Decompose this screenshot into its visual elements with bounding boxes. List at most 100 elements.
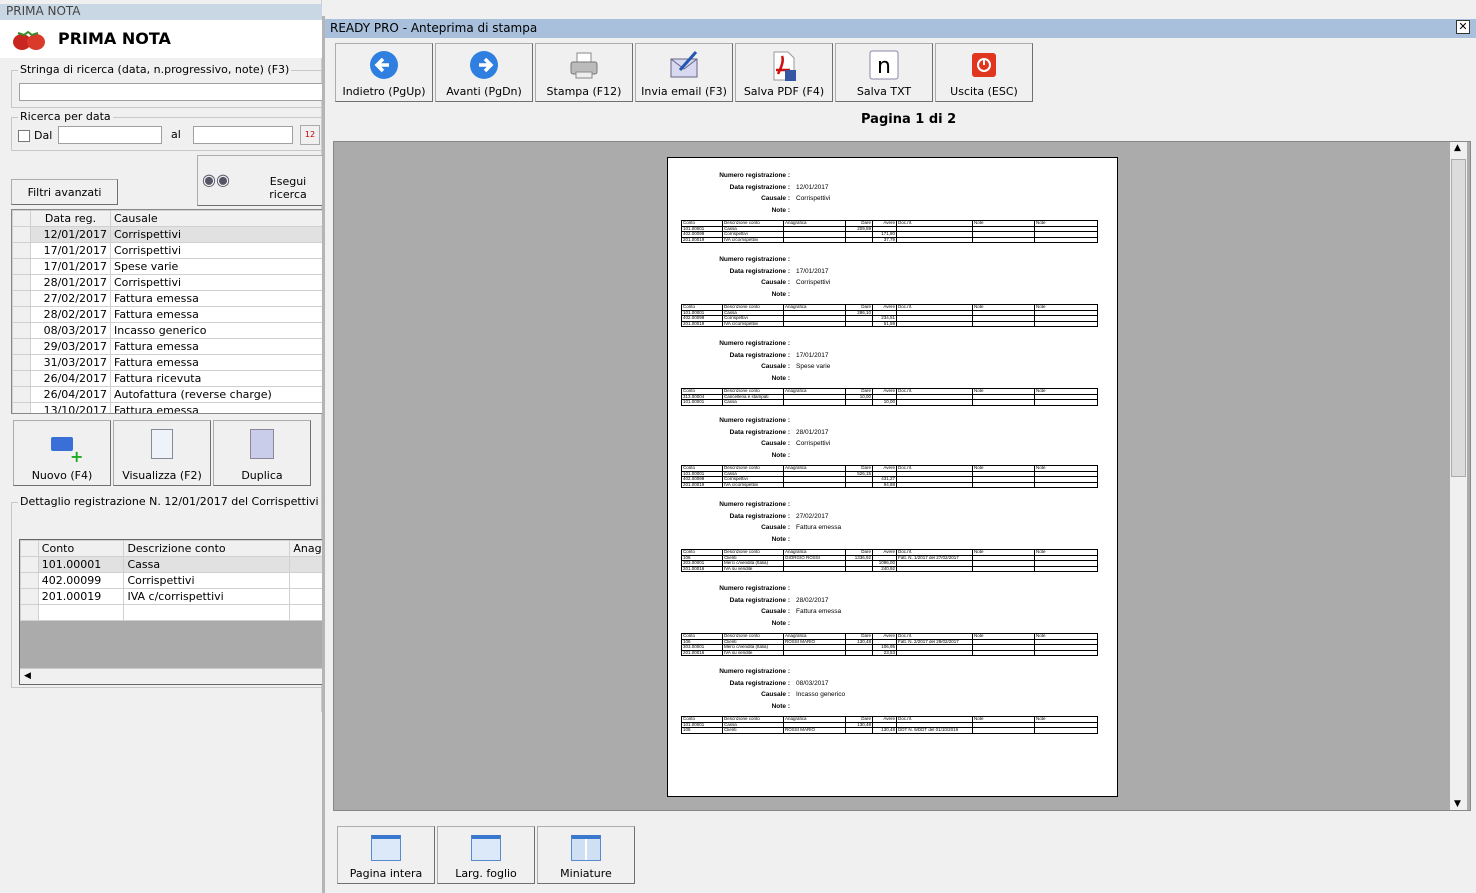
table-row[interactable]: 26/04/2017 Fattura ricevuta [12, 370, 322, 387]
horizontal-scrollbar[interactable]: ◀ [20, 668, 328, 684]
scroll-thumb[interactable] [1451, 159, 1466, 477]
table-row[interactable] [20, 604, 328, 621]
date-cell: 28/01/2017 [30, 274, 111, 291]
table-row[interactable]: 12/01/2017 Corrispettivi [12, 226, 322, 243]
entry-cell: ROSSI MARIO [783, 727, 846, 734]
causale-cell: Spese varie [110, 258, 322, 275]
entry-cell: 106 [681, 727, 723, 734]
entry-cell [972, 399, 1035, 406]
email-icon [668, 50, 700, 83]
table-row[interactable]: 402.00099 Corrispettivi [20, 572, 328, 589]
entry-cell: IVA su vendite [722, 649, 784, 656]
detail-cell: 101.00001 [37, 556, 125, 573]
toolbar-label: Salva PDF (F4) [743, 85, 825, 98]
entry-cell [896, 565, 973, 572]
table-row[interactable]: 29/03/2017 Fattura emessa [12, 338, 322, 355]
date-cell: 08/03/2017 [30, 322, 111, 339]
table-row[interactable]: 26/04/2017 Autofattura (reverse charge) [12, 386, 322, 403]
entry-table-row: 106 Clienti ROSSI MARIO 130,48 DDT N. 9/DDT … [681, 727, 1098, 734]
toolbar-button-printer[interactable]: Stampa (F12) [535, 43, 633, 102]
numero-label: Numero registrazione : [719, 417, 790, 424]
nuovo-button[interactable]: + Nuovo (F4) [13, 420, 111, 486]
thumbnails-button[interactable]: Miniature [537, 826, 635, 884]
entry-cell: 201.00019 [681, 236, 723, 243]
table-row[interactable]: 08/03/2017 Incasso generico [12, 322, 322, 339]
detail-cell: 402.00099 [37, 572, 125, 589]
page-width-button[interactable]: Larg. foglio [437, 826, 535, 884]
registrations-grid[interactable]: Data reg. Causale 12/01/2017 Corrispettivi 1… [11, 209, 323, 414]
esegui-ricerca-button[interactable]: ◉◉ Esegui ricerca [197, 155, 327, 206]
prima-nota-window: PRIMA NOTA PRIMA NOTA Stringa di ricerca… [0, 0, 331, 712]
close-icon[interactable]: ✕ [1456, 20, 1470, 34]
table-row[interactable]: 13/10/2017 Fattura emessa [12, 402, 322, 413]
toolbar-button-exit[interactable]: Uscita (ESC) [935, 43, 1033, 102]
calendar-icon[interactable]: 12 [300, 125, 320, 145]
data-label: Data registrazione : [729, 268, 790, 275]
scroll-left-arrow[interactable]: ◀ [24, 671, 31, 681]
causale-cell: Fattura emessa [110, 306, 322, 323]
search-input[interactable] [19, 83, 329, 101]
table-row[interactable]: 31/03/2017 Fattura emessa [12, 354, 322, 371]
causale-value: Corrispettivi [796, 440, 831, 447]
exit-icon [969, 50, 999, 83]
bottom-button-label: Miniature [560, 867, 612, 880]
title-bar: PRIMA NOTA [0, 4, 322, 20]
column-header[interactable]: Descrizione conto [123, 540, 291, 557]
entry-cell: IVA c/corrispettivi [722, 236, 784, 243]
dal-input[interactable] [58, 126, 162, 144]
scroll-down-arrow[interactable]: ▼ [1454, 799, 1461, 809]
toolbar-button-forward-arrow[interactable]: Avanti (PgDn) [435, 43, 533, 102]
detail-header-row: Conto Descrizione conto Anag [20, 540, 328, 557]
toolbar-label: Salva TXT [856, 85, 912, 98]
row-indicator [12, 306, 31, 323]
row-indicator [12, 242, 31, 259]
causale-value: Corrispettivi [796, 195, 831, 202]
causale-cell: Fattura emessa [110, 290, 322, 307]
entry-cell [972, 565, 1035, 572]
table-row[interactable]: 28/01/2017 Corrispettivi [12, 274, 322, 291]
visualizza-button[interactable]: Visualizza (F2) [113, 420, 211, 486]
full-page-button[interactable]: Pagina intera [337, 826, 435, 884]
scroll-up-arrow[interactable]: ▲ [1454, 143, 1461, 153]
numero-label: Numero registrazione : [719, 501, 790, 508]
toolbar-button-email[interactable]: Invia email (F3) [635, 43, 733, 102]
detail-cell: Corrispettivi [123, 572, 291, 589]
row-indicator [20, 556, 39, 573]
table-row[interactable]: 201.00019 IVA c/corrispettivi [20, 588, 328, 605]
dal-checkbox[interactable] [18, 130, 30, 142]
entry-table-row: 201.00019 IVA c/corrispettivi 94,88 [681, 481, 1098, 488]
table-row[interactable]: 17/01/2017 Spese varie [12, 258, 322, 275]
al-input[interactable] [193, 126, 293, 144]
causale-cell: Fattura ricevuta [110, 370, 322, 387]
row-indicator [12, 338, 31, 355]
entry-table-header: Conto Descrizione conto Anagrafica Dare Aver… [681, 220, 1098, 227]
empty-cell [37, 604, 125, 621]
table-row[interactable]: 27/02/2017 Fattura emessa [12, 290, 322, 307]
date-cell: 29/03/2017 [30, 338, 111, 355]
preview-title: READY PRO - Anteprima di stampa [330, 21, 538, 35]
entry-cell: 51,59 [872, 320, 897, 327]
column-header[interactable]: Conto [37, 540, 125, 557]
entry-table-row: 201.00016 IVA su vendite 240,92 [681, 565, 1098, 572]
table-row[interactable]: 101.00001 Cassa [20, 556, 328, 573]
duplica-button[interactable]: Duplica [213, 420, 311, 486]
toolbar-button-txt[interactable]: n Salva TXT [835, 43, 933, 102]
vertical-scrollbar[interactable]: ▲ ▼ [1450, 142, 1467, 810]
toolbar-button-pdf[interactable]: Salva PDF (F4) [735, 43, 833, 102]
date-cell: 28/02/2017 [30, 306, 111, 323]
filtri-avanzati-button[interactable]: Filtri avanzati [11, 179, 118, 205]
registration-entry: Numero registrazione : Data registrazione… [668, 501, 1117, 581]
column-header[interactable]: Causale [110, 210, 322, 227]
toolbar-button-back-arrow[interactable]: Indietro (PgUp) [335, 43, 433, 102]
date-cell: 27/02/2017 [30, 290, 111, 307]
table-row[interactable]: 17/01/2017 Corrispettivi [12, 242, 322, 259]
note-label: Note : [771, 620, 790, 627]
data-value: 28/01/2017 [796, 429, 829, 436]
detail-legend: Dettaglio registrazione N. 12/01/2017 de… [18, 495, 321, 508]
preview-title-bar: READY PRO - Anteprima di stampa ✕ [325, 19, 1476, 38]
column-header[interactable]: Data reg. [30, 210, 111, 227]
detail-grid[interactable]: Conto Descrizione conto Anag 101.00001 Cassa… [19, 539, 329, 685]
table-row[interactable]: 28/02/2017 Fattura emessa [12, 306, 322, 323]
data-value: 27/02/2017 [796, 513, 829, 520]
row-indicator [12, 274, 31, 291]
